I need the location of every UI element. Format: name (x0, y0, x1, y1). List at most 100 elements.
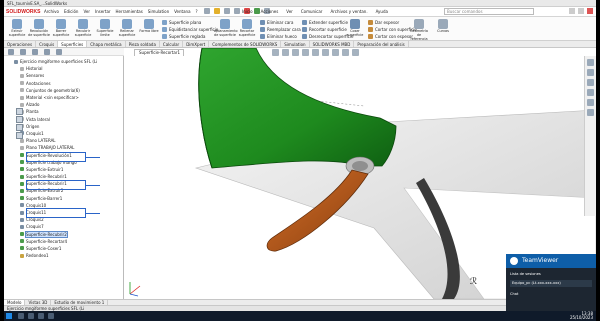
explorer-icon[interactable] (18, 313, 24, 319)
top-menu-item[interactable]: Acciones (261, 9, 279, 14)
section-view-icon[interactable] (302, 49, 309, 56)
ribbon-large-button[interactable]: Superficie límite (94, 19, 116, 37)
maximize-icon[interactable] (578, 8, 584, 14)
property-manager-icon[interactable] (20, 49, 26, 55)
command-tab[interactable]: Complementos de SOLIDWORKS (209, 41, 282, 47)
top-menu-item[interactable]: Comunicar (301, 9, 323, 14)
untrim-surface-icon (302, 33, 307, 39)
top-menu-item[interactable]: Ver (286, 9, 293, 14)
edit-sketch-icon[interactable] (16, 116, 23, 123)
design-library-icon[interactable] (587, 69, 594, 76)
previous-view-icon[interactable] (292, 49, 299, 56)
zoom-fit-icon[interactable] (272, 49, 279, 56)
start-icon[interactable] (6, 313, 12, 319)
menu-item[interactable]: Insertar (95, 9, 111, 14)
chat-label[interactable]: Chat (510, 292, 518, 297)
menu-item[interactable]: Herramientas (116, 9, 143, 14)
ribbon-large-button[interactable]: Extruir superficie (6, 19, 28, 37)
command-tab[interactable]: Operaciones (4, 41, 37, 47)
ribbon-small-button-1[interactable]: Superficie plana (162, 19, 201, 25)
tree-item[interactable]: Ejercicio mngiforme superficies SFL (Li (14, 58, 122, 65)
scene-icon[interactable] (352, 49, 359, 56)
command-tab[interactable]: DimXpert (183, 41, 210, 47)
callout-line-3 (86, 213, 100, 214)
curves-button[interactable]: Curvas (432, 19, 454, 33)
ribbon-button-label: Rellenar superficie (118, 29, 136, 37)
ribbon-small-button-2[interactable]: Equidistanciar superficie (162, 26, 218, 32)
ribbon-large-button[interactable]: Revolución de superficie (28, 19, 50, 37)
menu-item[interactable]: ? (196, 9, 198, 14)
ribbon-small-button-5[interactable]: Reemplazar cara (260, 26, 301, 32)
tree-item[interactable]: Conjuntos de geometría(6) (14, 87, 122, 94)
command-tab[interactable]: SOLIDWORKS MBD (310, 41, 355, 47)
tree-item[interactable]: Anotaciones (14, 80, 122, 87)
save-icon[interactable] (224, 8, 230, 14)
knit-surface-button[interactable]: Coser superficie (344, 19, 366, 37)
ribbon-small-button-4[interactable]: Eliminar cara (260, 19, 293, 25)
print-icon[interactable] (234, 8, 240, 14)
ribbon-small-button-7[interactable]: Extender superficie (302, 19, 348, 25)
command-tab[interactable]: Chapa metálica (87, 41, 126, 47)
appearances-icon[interactable] (587, 99, 594, 106)
top-menu-item[interactable]: Inicio (242, 9, 253, 14)
configuration-manager-icon[interactable] (32, 49, 38, 55)
menu-bar: SOLIDWORKS Archivo Edición Ver Insertar Herr… (4, 7, 596, 17)
ribbon-large-button[interactable]: Rellenar superficie (116, 19, 138, 37)
top-menu-item[interactable]: Ayuda (376, 9, 388, 14)
tree-item[interactable]: Sensores (14, 72, 122, 79)
command-tab[interactable]: Simulation (281, 41, 310, 47)
flatten-surface-button[interactable]: Aplanamiento de superficie (214, 19, 238, 37)
display-style-icon[interactable] (322, 49, 329, 56)
feature-manager-icon[interactable] (8, 49, 14, 55)
close-icon[interactable] (587, 8, 593, 14)
command-tab[interactable]: Croquis (36, 41, 59, 47)
resources-icon[interactable] (587, 59, 594, 66)
ribbon-large-button[interactable]: Forma libre (138, 19, 160, 33)
ribbon-large-button[interactable]: Barrer superficie (50, 19, 72, 37)
view-palette-icon[interactable] (587, 89, 594, 96)
edit-feature-icon[interactable] (16, 108, 23, 115)
menu-item[interactable]: Archivo (44, 9, 59, 14)
browser-icon[interactable] (28, 313, 34, 319)
file-explorer-icon[interactable] (587, 79, 594, 86)
reference-geometry-button[interactable]: Geometría de referencia (408, 19, 430, 41)
solidworks-taskbar-icon[interactable] (38, 313, 44, 319)
tree-item[interactable]: Material <sin especificar> (14, 94, 122, 101)
edit-appearance-icon[interactable] (342, 49, 349, 56)
ribbon-small-button-8[interactable]: Recortar superficie (302, 26, 347, 32)
new-icon[interactable] (204, 8, 210, 14)
command-tab[interactable]: Superficies (58, 41, 88, 47)
teamviewer-taskbar-icon[interactable] (48, 313, 54, 319)
command-tab[interactable]: Pieza soldada (126, 41, 160, 47)
top-menu-item[interactable]: Archivos y ventan. (330, 9, 367, 14)
feature-manager-panel: Ejercicio mngiforme superficies SFL (Li H… (4, 48, 124, 299)
suppress-icon[interactable] (16, 124, 23, 131)
menu-item[interactable]: Edición (64, 9, 78, 14)
menu-item[interactable]: Ventana (174, 9, 190, 14)
ribbon-small-button-3[interactable]: Superficie reglada (162, 33, 205, 39)
zoom-area-icon[interactable] (282, 49, 289, 56)
command-tab[interactable]: Calcular (160, 41, 184, 47)
command-tab[interactable]: Preparación del análisis (354, 41, 409, 47)
custom-properties-icon[interactable] (587, 109, 594, 116)
dimxpert-icon[interactable] (44, 49, 50, 55)
display-manager-icon[interactable] (56, 49, 62, 55)
menu-item[interactable]: Ver (83, 9, 90, 14)
ribbon-small-button-6[interactable]: Eliminar hueco (260, 33, 297, 39)
view-orientation-icon[interactable] (312, 49, 319, 56)
viewport-feature-tab[interactable]: Superficie-Recortar1 (134, 49, 184, 56)
menu-item[interactable]: Simulation (148, 9, 169, 14)
tree-item[interactable]: Historial (14, 65, 122, 72)
blade-surface[interactable] (198, 48, 397, 169)
ribbon-small-button-10[interactable]: Dar espesor (368, 19, 399, 25)
hide-show-icon[interactable] (332, 49, 339, 56)
minimize-icon[interactable] (569, 8, 575, 14)
tree-item-label: Conjuntos de geometría(6) (26, 87, 80, 93)
trim-surface-button[interactable]: Recortar superficie (236, 19, 258, 37)
session-row[interactable]: Equipo_pc (Lt-xxx-xxx-xxx) (510, 280, 592, 287)
ribbon-small-button-12[interactable]: Cortar con espesor (368, 33, 413, 39)
ribbon-large-button[interactable]: Recubrir superficie (72, 19, 94, 37)
open-icon[interactable] (214, 8, 220, 14)
rollback-icon[interactable] (16, 132, 23, 139)
search-commands-input[interactable]: Buscar comandos (444, 8, 534, 15)
